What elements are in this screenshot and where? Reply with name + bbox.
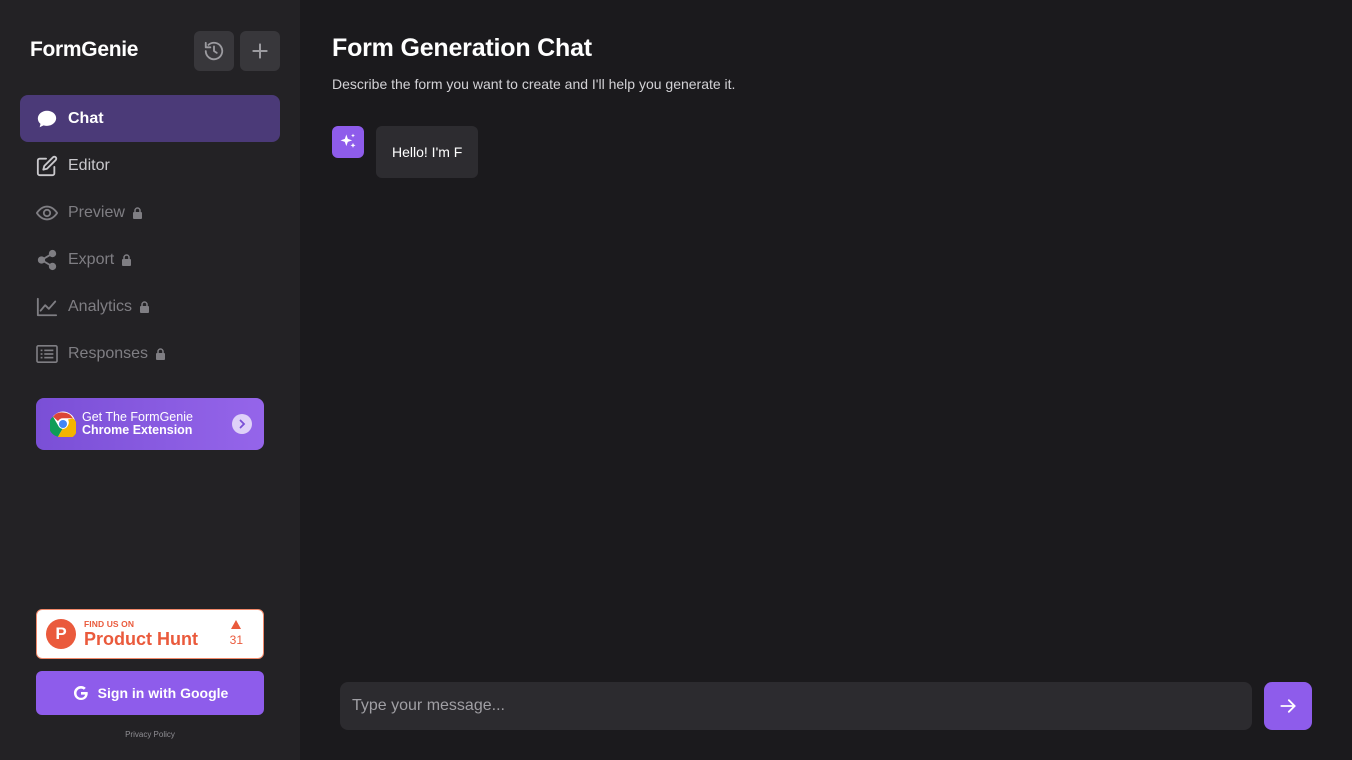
upvote-triangle-icon	[231, 620, 242, 629]
lock-icon	[121, 253, 132, 266]
history-icon	[204, 41, 224, 61]
lock-icon	[132, 206, 143, 219]
sidebar-item-preview[interactable]: Preview	[20, 189, 280, 236]
chrome-banner-line2: Chrome Extension	[82, 423, 193, 437]
share-icon	[36, 249, 58, 271]
plus-icon	[252, 43, 268, 59]
product-hunt-icon: P	[46, 619, 76, 649]
privacy-policy-link[interactable]: Privacy Policy	[0, 730, 300, 739]
product-hunt-votes: 31	[230, 620, 243, 647]
chat-bubble-icon	[36, 108, 58, 130]
sidebar-item-editor[interactable]: Editor	[20, 142, 280, 189]
google-button-label: Sign in with Google	[97, 685, 229, 701]
sidebar: FormGenie Chat Editor Preview Export Ana…	[0, 0, 300, 760]
assistant-message: Hello! I'm F	[376, 126, 479, 178]
product-hunt-badge[interactable]: P FIND US ON Product Hunt 31	[36, 609, 264, 659]
sidebar-item-label: Chat	[68, 109, 104, 127]
history-button[interactable]	[194, 31, 234, 71]
sidebar-nav: Chat Editor Preview Export Analytics Res…	[20, 95, 280, 377]
send-button[interactable]	[1264, 682, 1312, 730]
sidebar-item-label: Preview	[68, 203, 125, 221]
chart-line-icon	[36, 296, 58, 318]
sidebar-item-export[interactable]: Export	[20, 236, 280, 283]
page-subtitle: Describe the form you want to create and…	[332, 76, 736, 92]
sidebar-item-label: Analytics	[68, 297, 133, 315]
sidebar-item-label: Editor	[68, 156, 110, 174]
sidebar-item-chat[interactable]: Chat	[20, 95, 280, 142]
product-hunt-small: FIND US ON	[84, 618, 135, 629]
chrome-extension-banner[interactable]: Get The FormGenie Chrome Extension	[36, 398, 264, 450]
sidebar-item-label: Export	[68, 250, 115, 268]
sidebar-item-analytics[interactable]: Analytics	[20, 283, 280, 330]
sparkles-icon	[340, 133, 356, 148]
sidebar-item-label: Responses	[68, 344, 149, 362]
eye-icon	[36, 202, 58, 224]
list-icon	[36, 343, 58, 365]
new-chat-button[interactable]	[240, 31, 280, 71]
product-hunt-big: Product Hunt	[84, 629, 198, 650]
edit-icon	[36, 155, 58, 177]
chrome-icon	[50, 411, 76, 437]
app-brand: FormGenie	[30, 38, 139, 61]
message-input[interactable]	[340, 682, 1252, 730]
lock-icon	[139, 300, 150, 313]
chevron-right-icon	[232, 414, 252, 434]
chrome-banner-text: Get The FormGenie Chrome Extension	[82, 411, 193, 437]
google-sign-in-button[interactable]: Sign in with Google	[36, 671, 264, 715]
arrow-right-icon	[1280, 699, 1296, 713]
assistant-avatar	[332, 126, 364, 158]
product-hunt-text: FIND US ON Product Hunt	[84, 620, 198, 649]
lock-icon	[155, 347, 166, 360]
page-title: Form Generation Chat	[332, 34, 592, 62]
google-icon	[73, 685, 88, 701]
sidebar-item-responses[interactable]: Responses	[20, 330, 280, 377]
vote-count: 31	[229, 633, 243, 647]
